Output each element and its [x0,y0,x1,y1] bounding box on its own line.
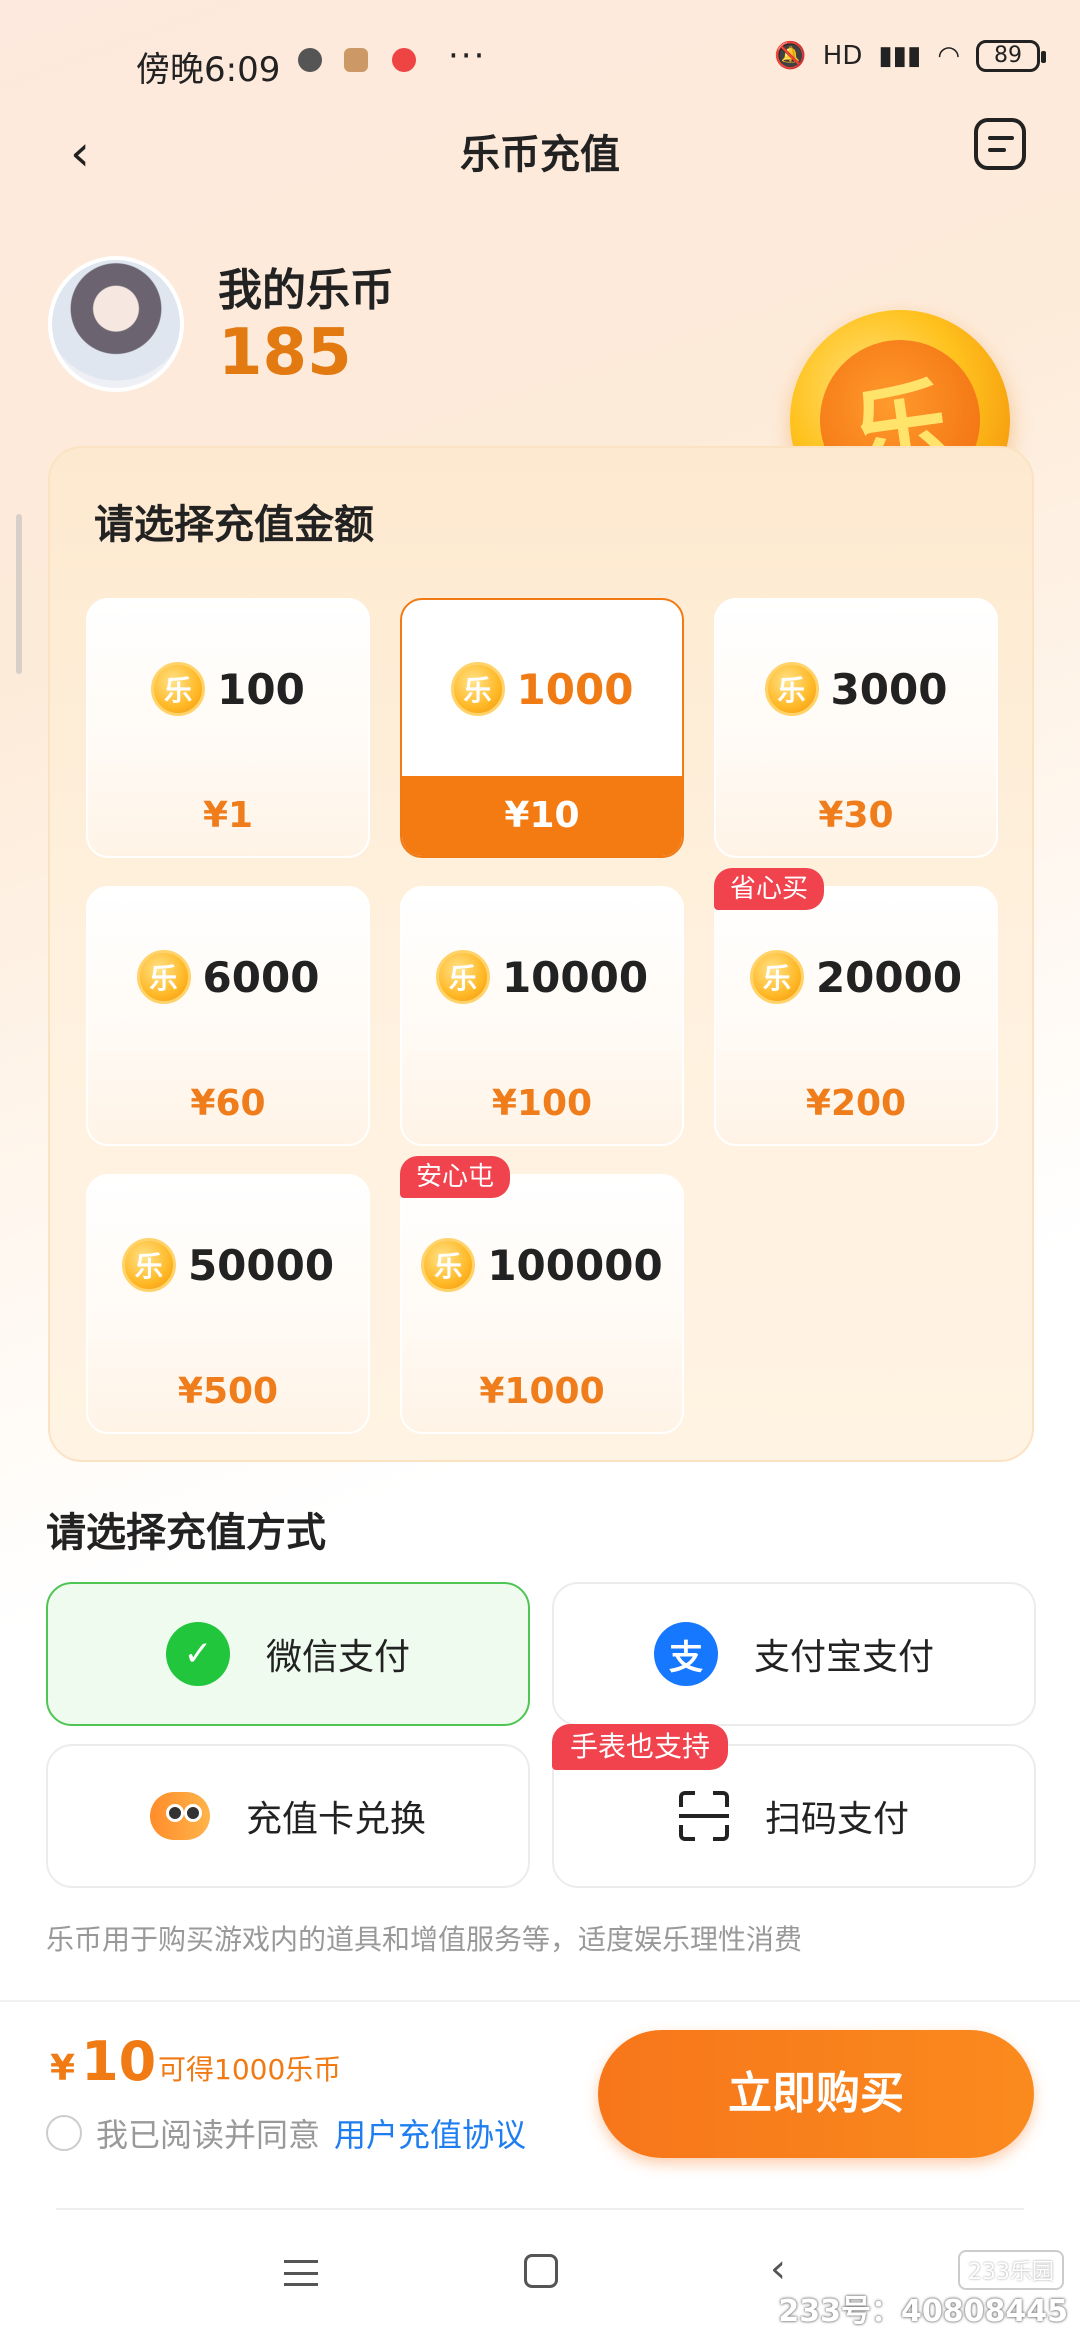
usage-note: 乐币用于购买游戏内的道具和增值服务等，适度娱乐理性消费 [46,1923,803,1956]
option-price: ¥1 [202,795,254,836]
option-price: ¥100 [491,1083,593,1124]
status-time: 傍晚6:09 [136,50,281,90]
option-amount: 乐 50000 [88,1238,368,1292]
menu-icon[interactable] [284,2260,318,2286]
pay-label: 扫码支付 [764,1799,909,1840]
home-icon[interactable] [524,2254,558,2288]
pay-label: 支付宝支付 [753,1637,934,1678]
signal-label: HD [822,41,863,71]
option-price: ¥1000 [479,1371,605,1412]
option-coins: 6000 [202,952,320,1002]
list-icon[interactable] [974,118,1026,170]
app-notification-icon [392,48,416,72]
recharge-option-6000[interactable]: 乐 6000 ¥60 [86,886,370,1146]
coin-icon: 乐 [421,1238,476,1292]
agree-text: 我已阅读并同意 [96,2116,321,2154]
option-coins: 10000 [501,952,649,1002]
coin-icon: 乐 [151,662,206,716]
recharge-card-icon [149,1792,210,1840]
recharge-amount-panel: 请选择充值金额 乐 100 ¥1 乐 1000 ¥10 乐 3000 ¥30 乐 600… [48,446,1034,1462]
recharge-option-20000[interactable]: 省心买 乐 20000 ¥200 [714,868,998,1146]
watermark-id: 233号：40808445 [778,2294,1068,2329]
top-bar: ‹ 乐币充值 [0,110,1080,190]
coin-icon: 乐 [121,1238,176,1292]
agreement-link[interactable]: 用户充值协议 [334,2110,526,2156]
my-coins-label: 我的乐币 [218,265,394,316]
buy-now-button[interactable]: 立即购买 [598,2030,1034,2158]
app-notification-icon [298,48,322,72]
wifi-icon: ◠ [937,41,960,71]
more-notifications-icon: ··· [448,36,487,76]
app-notification-icon [344,48,368,72]
option-price: ¥200 [805,1083,907,1124]
option-coins: 100 [217,664,305,714]
watch-support-tag: 手表也支持 [552,1724,729,1770]
option-coins: 100000 [487,1240,663,1290]
option-amount: 乐 1000 [402,662,682,716]
coin-icon: 乐 [764,662,819,716]
agreement-row: 我已阅读并同意 用户充值协议 [46,2110,526,2156]
scroll-indicator [16,514,22,674]
coin-icon: 乐 [749,950,804,1004]
coin-balance: 185 [218,316,352,390]
payment-method-title: 请选择充值方式 [46,1510,326,1556]
recharge-option-100000[interactable]: 安心屯 乐 100000 ¥1000 [400,1156,684,1434]
recharge-option-50000[interactable]: 乐 50000 ¥500 [86,1174,370,1434]
currency-symbol: ¥ [50,2048,76,2089]
recharge-option-1000[interactable]: 乐 1000 ¥10 [400,598,684,858]
status-right: 🔕 HD ▮▮▮ ◠ 89 [774,40,1046,72]
option-price: ¥10 [402,776,682,856]
recharge-option-3000[interactable]: 乐 3000 ¥30 [714,598,998,858]
page-title: 乐币充值 [460,132,620,178]
option-price: ¥30 [818,795,894,836]
watermark-logo: 233乐园 [958,2250,1064,2290]
option-coins: 3000 [830,664,948,714]
battery-icon: 89 [976,40,1046,72]
coin-icon: 乐 [450,662,505,716]
status-bar: 傍晚6:09 ··· 🔕 HD ▮▮▮ ◠ 89 [0,0,1080,120]
wechat-pay-button[interactable]: ✓ 微信支付 [46,1582,530,1726]
scan-pay-button[interactable]: 手表也支持 扫码支付 [552,1724,1036,1888]
nav-divider [56,2208,1024,2210]
total-price: ¥10 [50,2030,156,2093]
coin-icon: 乐 [435,950,490,1004]
coins-to-get: 可得1000乐币 [158,2053,342,2086]
alipay-icon: 支 [653,1622,718,1686]
avatar[interactable] [48,256,184,392]
option-price: ¥500 [177,1371,279,1412]
signal-icon: ▮▮▮ [878,41,922,71]
option-amount: 乐 100000 [402,1238,682,1292]
promo-tag: 安心屯 [400,1156,511,1198]
alipay-button[interactable]: 支 支付宝支付 [552,1582,1036,1726]
recharge-amount-title: 请选择充值金额 [94,502,374,548]
recharge-option-10000[interactable]: 乐 10000 ¥100 [400,886,684,1146]
mute-icon: 🔕 [774,41,807,71]
agree-checkbox[interactable] [46,2115,82,2151]
coin-icon: 乐 [136,950,191,1004]
pay-label: 微信支付 [265,1637,410,1678]
recharge-card-button[interactable]: 充值卡兑换 [46,1744,530,1888]
option-price: ¥60 [190,1083,266,1124]
promo-tag: 省心买 [714,868,825,910]
option-amount: 乐 20000 [716,950,996,1004]
option-amount: 乐 3000 [716,662,996,716]
option-coins: 50000 [187,1240,335,1290]
scan-icon [678,1791,729,1841]
option-coins: 1000 [516,664,634,714]
option-amount: 乐 100 [88,662,368,716]
total-amount: 10 [81,2030,157,2093]
pay-label: 充值卡兑换 [245,1799,426,1840]
divider [0,2000,1080,2002]
option-amount: 乐 10000 [402,950,682,1004]
option-amount: 乐 6000 [88,950,368,1004]
recharge-option-100[interactable]: 乐 100 ¥1 [86,598,370,858]
wechat-pay-icon: ✓ [165,1622,230,1686]
option-coins: 20000 [815,952,963,1002]
